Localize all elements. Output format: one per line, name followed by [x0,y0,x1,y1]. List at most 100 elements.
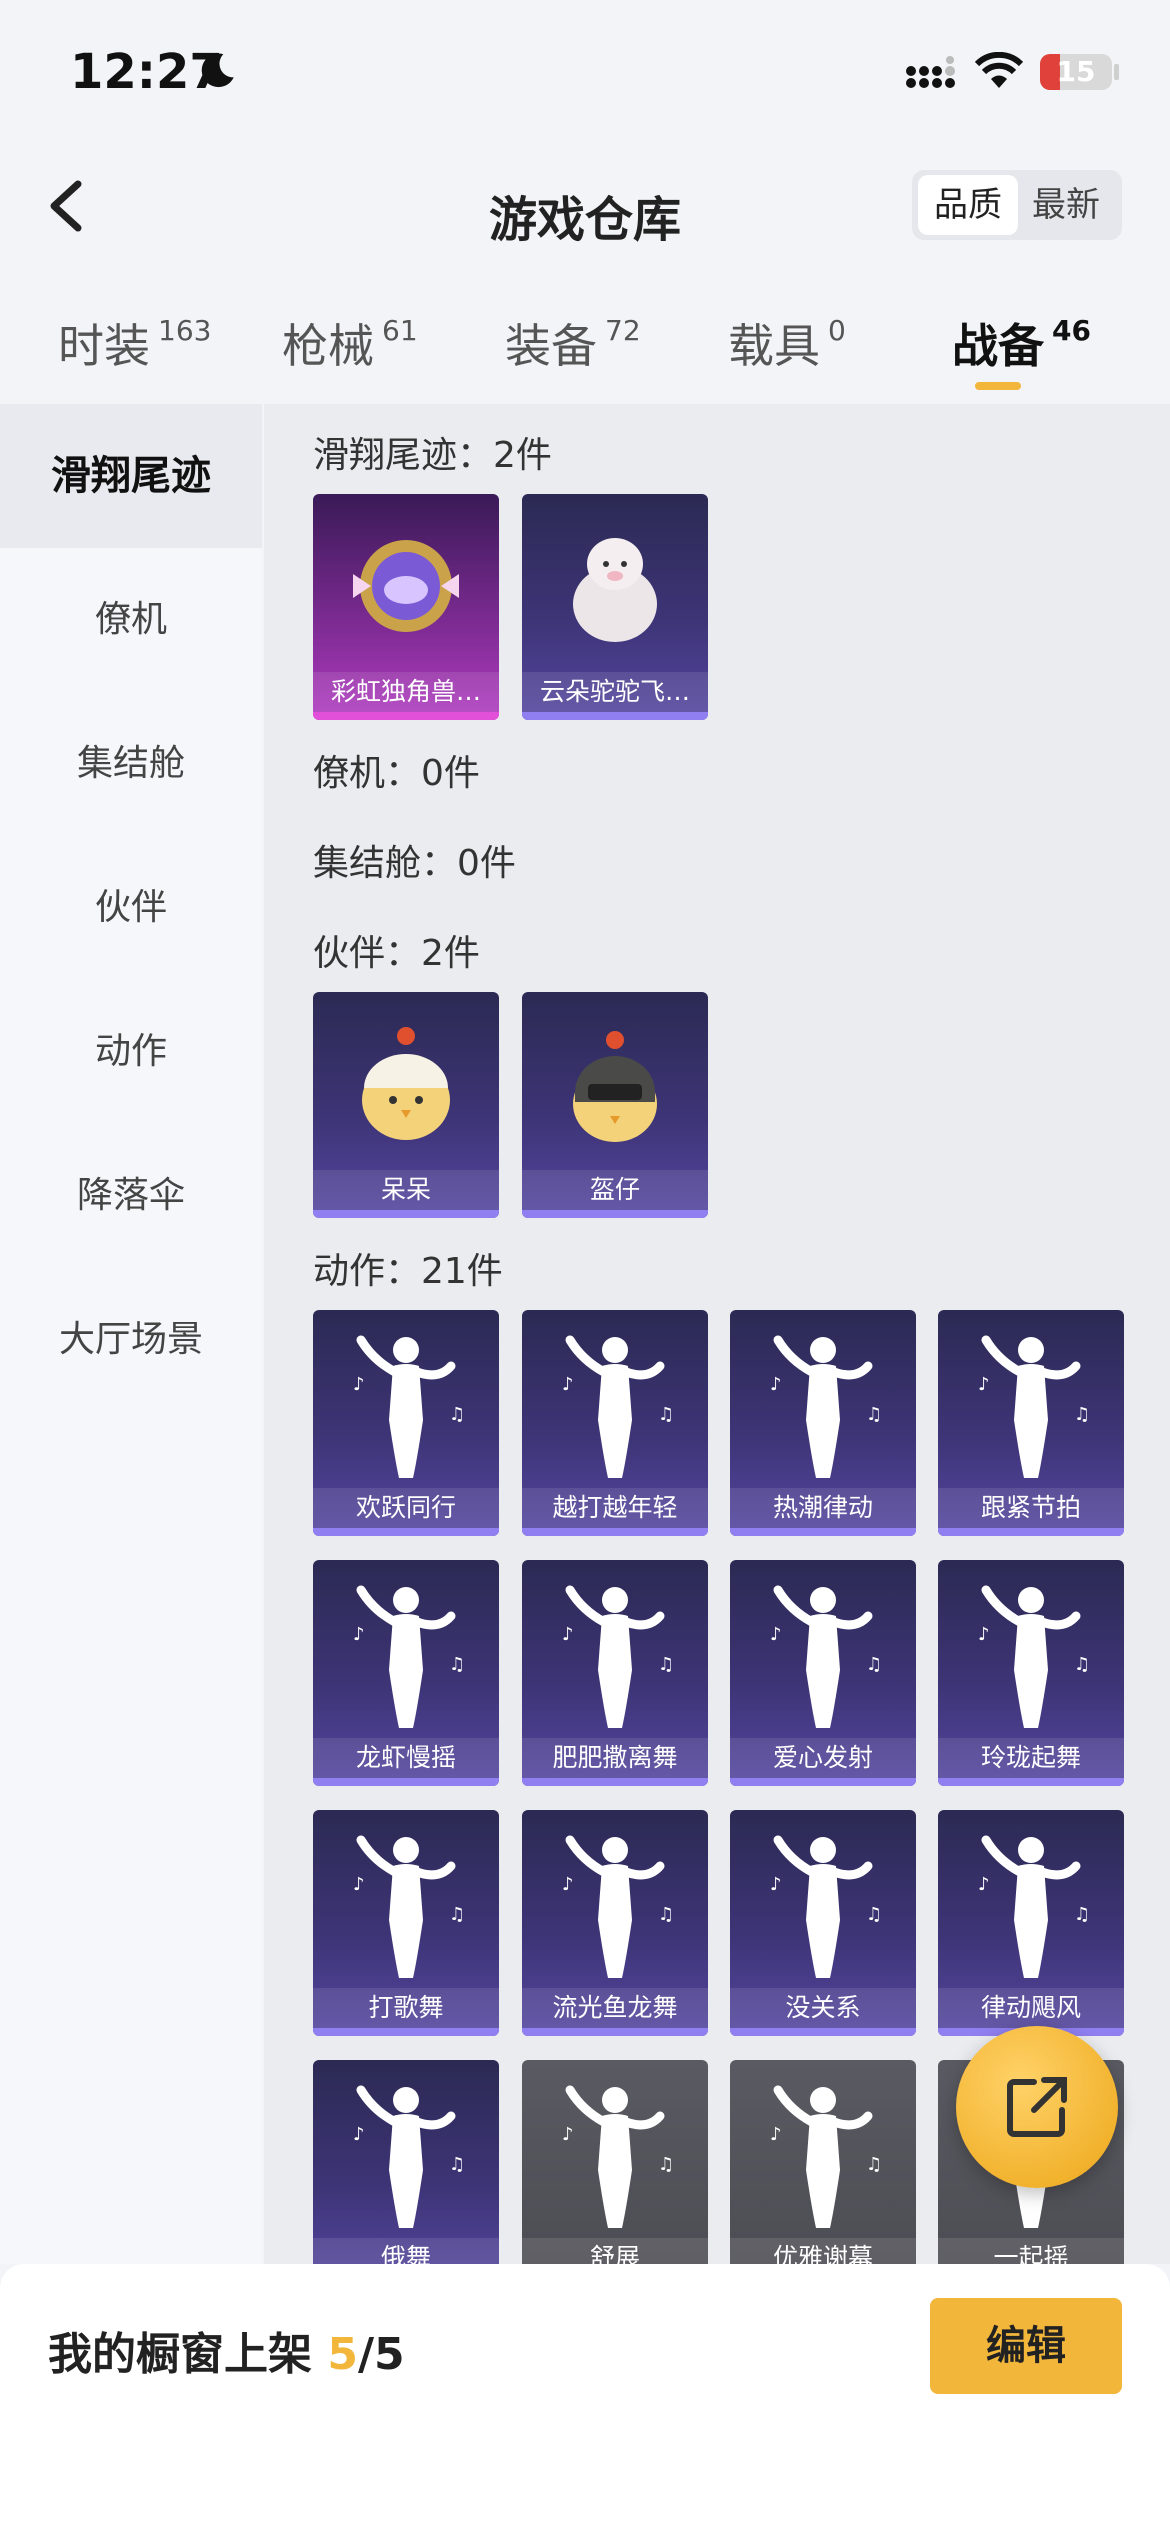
active-tab-indicator [975,382,1021,390]
emote-card[interactable]: ♪ ♫ 流光鱼龙舞 [522,1810,708,2036]
sort-newest-button[interactable]: 最新 [1016,175,1116,235]
emote-card[interactable]: ♪ ♫ 跟紧节拍 [938,1310,1124,1536]
rarity-bar [730,2028,916,2036]
inventory-content[interactable]: 滑翔尾迹：2件 彩虹独角兽… 云朵驼驼飞… 僚机：0件 集结舱：0件 伙伴：2件 [264,404,1170,2264]
sidebar-item-capsule[interactable]: 集结舱 [0,692,262,836]
item-card[interactable]: 彩虹独角兽… [313,494,499,720]
svg-text:♫: ♫ [449,1904,465,1925]
emote-card[interactable]: ♪ ♫ 热潮律动 [730,1310,916,1536]
sort-toggle: 品质 最新 [912,170,1122,240]
svg-text:♪: ♪ [978,1374,990,1395]
emote-card[interactable]: ♪ ♫ 打歌舞 [313,1810,499,2036]
dancer-silhouette-icon: ♪♫ [770,1335,882,1478]
rarity-bar [522,712,708,720]
svg-text:♪: ♪ [770,1374,782,1395]
sidebar-item-glide-trail[interactable]: 滑翔尾迹 [0,404,262,548]
section-heading-emote: 动作：21件 [313,1251,503,1292]
item-card[interactable]: 云朵驼驼飞… [522,494,708,720]
svg-text:♪: ♪ [353,2124,365,2145]
sidebar-item-companion[interactable]: 伙伴 [0,836,262,980]
item-card[interactable]: 盔仔 [522,992,708,1218]
battery-percent: 15 [1056,55,1096,88]
emote-card[interactable]: ♪ ♫ 玲珑起舞 [938,1560,1124,1786]
rarity-bar [938,1528,1124,1536]
svg-text:♫: ♫ [1074,1654,1090,1675]
emote-card[interactable]: ♪ ♫ 优雅谢幕 [730,2060,916,2264]
emote-card[interactable]: ♪ ♫ 肥肥撒离舞 [522,1560,708,1786]
svg-text:♪: ♪ [770,1624,782,1645]
dancer-silhouette-icon: ♪♫ [770,1835,882,1978]
emote-name: 爱心发射 [730,1738,916,1778]
helmet-chick-icon [573,1031,657,1142]
edit-button[interactable]: 编辑 [930,2298,1122,2394]
sidebar-item-emote[interactable]: 动作 [0,980,262,1124]
nav-header: 游戏仓库 品质 最新 [0,140,1170,280]
emote-card[interactable]: ♪ ♫ 爱心发射 [730,1560,916,1786]
emote-name: 流光鱼龙舞 [522,1988,708,2028]
emote-card[interactable]: ♪ ♫ 龙虾慢摇 [313,1560,499,1786]
dancer-silhouette-icon: ♪♫ [353,1585,465,1728]
emote-card[interactable]: ♪ ♫ 律动飓风 [938,1810,1124,2036]
svg-text:♫: ♫ [1074,1404,1090,1425]
rarity-bar [313,2028,499,2036]
emote-card[interactable]: ♪ ♫ 欢跃同行 [313,1310,499,1536]
item-card[interactable]: 呆呆 [313,992,499,1218]
dancer-silhouette-icon: ♪♫ [978,1835,1090,1978]
emote-card[interactable]: ♪ ♫ 没关系 [730,1810,916,2036]
rarity-bar [522,1528,708,1536]
rarity-bar [522,1210,708,1218]
section-heading-companion: 伙伴：2件 [313,933,480,974]
dancer-silhouette-icon: ♪♫ [562,1835,674,1978]
dancer-silhouette-icon: ♪♫ [562,2085,674,2228]
chick-companion-icon [362,1027,450,1140]
sidebar-item-wingman[interactable]: 僚机 [0,548,262,692]
rarity-bar [730,1528,916,1536]
svg-text:♪: ♪ [978,1624,990,1645]
cellular-signal-icon [906,56,955,88]
dancer-silhouette-icon: ♪♫ [770,1585,882,1728]
dancer-silhouette-icon: ♪♫ [353,1335,465,1478]
share-button[interactable] [956,2026,1118,2188]
sidebar-item-lobby-scene[interactable]: 大厅场景 [0,1268,262,1412]
tab-vehicles[interactable]: 载具 0 [728,310,846,376]
emote-name: 优雅谢幕 [730,2238,916,2264]
emote-name: 欢跃同行 [313,1488,499,1528]
sidebar-item-parachute[interactable]: 降落伞 [0,1124,262,1268]
section-heading-wingman: 僚机：0件 [313,753,480,794]
emote-card[interactable]: ♪ ♫ 越打越年轻 [522,1310,708,1536]
share-external-icon [1007,2077,1067,2137]
sort-quality-button[interactable]: 品质 [918,175,1018,235]
rarity-bar [938,1778,1124,1786]
dancer-silhouette-icon: ♪♫ [770,2085,882,2228]
svg-text:♫: ♫ [866,2154,882,2175]
wifi-icon [975,52,1023,88]
svg-text:♪: ♪ [353,1624,365,1645]
item-name: 彩虹独角兽… [313,672,499,712]
emote-card[interactable]: ♪ ♫ 舒展 [522,2060,708,2264]
sidebar: 滑翔尾迹 僚机 集结舱 伙伴 动作 降落伞 大厅场景 [0,404,262,2264]
emote-name: 肥肥撒离舞 [522,1738,708,1778]
svg-text:♪: ♪ [562,1624,574,1645]
dancer-silhouette-icon: ♪♫ [353,2085,465,2228]
emote-name: 热潮律动 [730,1488,916,1528]
tab-gear[interactable]: 战备 46 [952,310,1091,376]
svg-text:♫: ♫ [449,2154,465,2175]
rarity-bar [313,1528,499,1536]
tab-label: 枪械 [282,319,374,373]
emote-card[interactable]: ♪ ♫ 俄舞 [313,2060,499,2264]
dancer-silhouette-icon: ♪♫ [353,1835,465,1978]
rarity-bar [522,1778,708,1786]
dancer-silhouette-icon: ♪♫ [562,1585,674,1728]
rarity-bar [313,1778,499,1786]
svg-text:♫: ♫ [866,1904,882,1925]
showcase-label: 我的橱窗上架 5/5 [48,2318,405,2382]
unicorn-trail-icon [353,540,459,632]
tab-guns[interactable]: 枪械 61 [282,310,418,376]
section-heading-glide: 滑翔尾迹：2件 [313,435,552,476]
svg-text:♪: ♪ [353,1374,365,1395]
tab-fashion[interactable]: 时装 163 [58,310,211,376]
tab-equipment[interactable]: 装备 72 [505,310,641,376]
showcase-count-sep: / [357,2329,375,2380]
svg-text:♫: ♫ [1074,1904,1090,1925]
dancer-silhouette-icon: ♪♫ [978,1585,1090,1728]
